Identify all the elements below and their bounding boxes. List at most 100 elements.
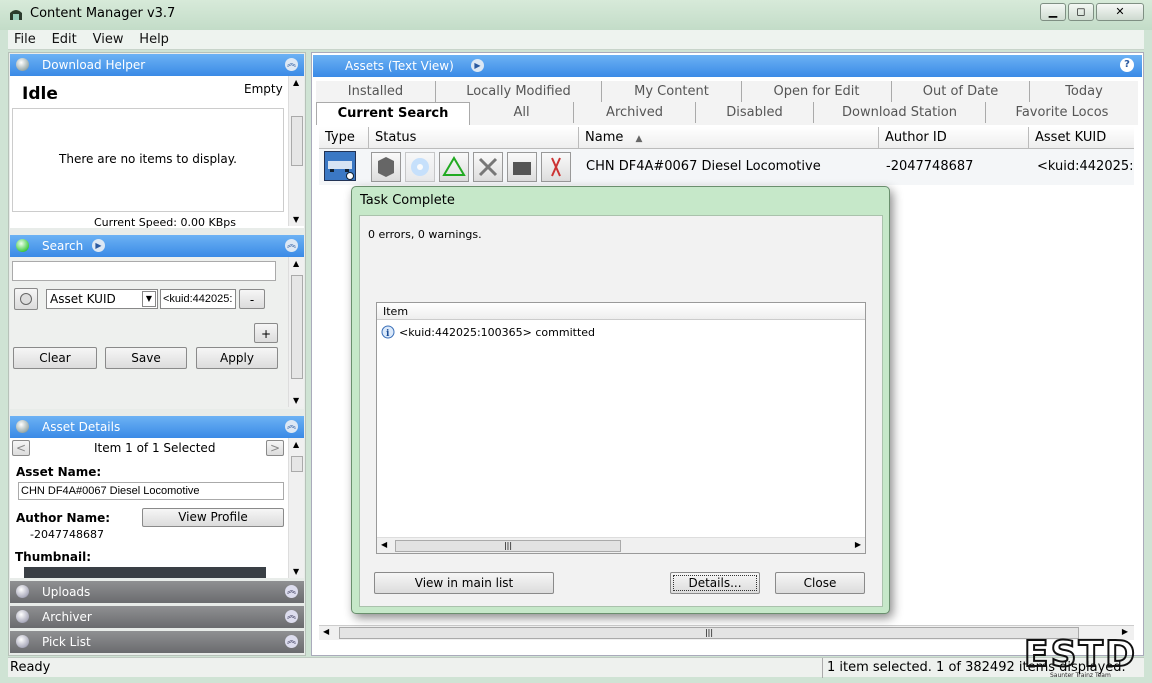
info-icon: i	[381, 325, 395, 339]
asset-name-field[interactable]	[18, 482, 284, 500]
result-list: Item i <kuid:442025:100365> committed ◀ …	[376, 302, 866, 554]
tab-disabled[interactable]: Disabled	[696, 102, 814, 123]
search-body: Asset KUID ▼ - + Clear Save Apply ▲ ▼	[10, 257, 304, 409]
uploads-header[interactable]: Uploads ︽	[10, 581, 304, 603]
help-icon[interactable]: ?	[1120, 58, 1134, 72]
tab-open-for-edit[interactable]: Open for Edit	[742, 81, 892, 102]
status-ready: Ready	[10, 660, 51, 675]
locomotive-type-icon	[324, 151, 356, 181]
search-field-value: Asset KUID	[50, 292, 116, 306]
tab-today[interactable]: Today	[1030, 81, 1138, 102]
folder-icon[interactable]	[507, 152, 537, 182]
play-icon[interactable]: ▶	[471, 59, 484, 72]
scroll-thumb[interactable]: |||	[339, 627, 1079, 639]
download-scrollbar[interactable]: ▲ ▼	[288, 76, 304, 226]
menu-edit[interactable]: Edit	[46, 30, 83, 47]
package-icon[interactable]	[371, 152, 401, 182]
search-scrollbar[interactable]: ▲ ▼	[288, 257, 304, 407]
search-header[interactable]: Search ▶ ︽	[10, 235, 304, 257]
tab-installed[interactable]: Installed	[316, 81, 436, 102]
archiver-header[interactable]: Archiver ︽	[10, 606, 304, 628]
expand-chevron-icon[interactable]: ︽	[285, 585, 298, 598]
tab-download-station[interactable]: Download Station	[814, 102, 986, 123]
menu-file[interactable]: File	[8, 30, 42, 47]
archiver-title: Archiver	[42, 610, 92, 624]
tools-icon[interactable]	[473, 152, 503, 182]
validate-triangle-icon[interactable]	[439, 152, 469, 182]
chevron-down-icon[interactable]: ▼	[142, 291, 156, 307]
remove-criteria-button[interactable]: -	[239, 289, 265, 309]
column-header-row: Type Status Name ▲ Author ID Asset KUID	[319, 127, 1134, 149]
status-selection-count: 1 item selected. 1 of 382492 items displ…	[822, 658, 1142, 678]
assets-header: Assets (Text View) ▶ ?	[313, 55, 1142, 77]
expand-chevron-icon[interactable]: ︽	[285, 635, 298, 648]
search-input[interactable]	[12, 261, 276, 281]
apply-button[interactable]: Apply	[196, 347, 278, 369]
close-dialog-button[interactable]: Close	[775, 572, 865, 594]
view-profile-button[interactable]: View Profile	[142, 508, 284, 527]
search-value-input[interactable]	[160, 289, 236, 309]
row-asset-kuid: <kuid:442025:100365>	[1037, 159, 1134, 174]
asset-details-body: < Item 1 of 1 Selected > Asset Name: Aut…	[10, 438, 304, 578]
result-item[interactable]: <kuid:442025:100365> committed	[399, 326, 595, 339]
search-field-select[interactable]: Asset KUID ▼	[46, 289, 158, 309]
clear-button[interactable]: Clear	[13, 347, 97, 369]
tab-out-of-date[interactable]: Out of Date	[892, 81, 1030, 102]
close-window-button[interactable]: ✕	[1096, 3, 1144, 21]
download-queue-status: Empty	[244, 82, 283, 96]
panel-status-icon	[16, 585, 29, 598]
dialog-summary: 0 errors, 0 warnings.	[368, 228, 482, 241]
author-name-label: Author Name:	[16, 511, 111, 525]
details-button[interactable]: Details...	[670, 572, 760, 594]
row-author-id: -2047748687	[886, 159, 974, 174]
col-author-id[interactable]: Author ID	[879, 127, 1029, 149]
prev-item-button[interactable]: <	[12, 440, 30, 456]
circle-icon	[20, 293, 32, 305]
asset-details-header[interactable]: Asset Details ︽	[10, 416, 304, 438]
next-item-button[interactable]: >	[266, 440, 284, 456]
play-icon[interactable]: ▶	[92, 239, 105, 252]
minimize-button[interactable]: ▁	[1040, 3, 1066, 21]
expand-chevron-icon[interactable]: ︽	[285, 610, 298, 623]
menu-help[interactable]: Help	[133, 30, 175, 47]
result-list-header[interactable]: Item	[377, 303, 865, 320]
save-button[interactable]: Save	[105, 347, 187, 369]
scroll-thumb[interactable]: |||	[395, 540, 621, 552]
col-status[interactable]: Status	[369, 127, 579, 149]
tab-my-content[interactable]: My Content	[602, 81, 742, 102]
menu-view[interactable]: View	[87, 30, 130, 47]
download-helper-title: Download Helper	[42, 58, 146, 72]
add-criteria-button[interactable]: +	[254, 323, 278, 343]
pick-list-title: Pick List	[42, 635, 91, 649]
disc-icon[interactable]	[405, 152, 435, 182]
details-scrollbar[interactable]: ▲ ▼	[288, 438, 304, 578]
download-speed: Current Speed: 0.00 KBps	[94, 216, 236, 228]
view-in-main-list-button[interactable]: View in main list	[374, 572, 554, 594]
col-type[interactable]: Type	[319, 127, 369, 149]
download-helper-body: Idle Empty There are no items to display…	[10, 76, 304, 228]
table-row[interactable]: CHN DF4A#0067 Diesel Locomotive -2047748…	[319, 149, 1134, 185]
tab-archived[interactable]: Archived	[574, 102, 696, 123]
result-list-scrollbar[interactable]: ◀ ||| ▶	[377, 537, 865, 553]
collapse-chevron-icon[interactable]: ︽	[285, 239, 298, 252]
search-toggle-button[interactable]	[14, 288, 38, 310]
collapse-chevron-icon[interactable]: ︽	[285, 420, 298, 433]
window-title: Content Manager v3.7	[30, 6, 176, 21]
collapse-chevron-icon[interactable]: ︽	[285, 58, 298, 71]
assets-title: Assets (Text View)	[345, 59, 454, 73]
tab-favorite-locos[interactable]: Favorite Locos	[986, 102, 1138, 123]
tab-locally-modified[interactable]: Locally Modified	[436, 81, 602, 102]
col-name[interactable]: Name ▲	[579, 127, 879, 149]
dependency-icon[interactable]	[541, 152, 571, 182]
pick-list-header[interactable]: Pick List ︽	[10, 631, 304, 653]
list-horizontal-scrollbar[interactable]: ◀ ||| ▶	[319, 625, 1134, 640]
tab-all[interactable]: All	[470, 102, 574, 123]
col-asset-kuid[interactable]: Asset KUID	[1029, 127, 1134, 149]
search-status-icon	[16, 239, 29, 252]
tab-current-search[interactable]: Current Search	[316, 102, 470, 125]
svg-text:i: i	[386, 329, 390, 339]
maximize-button[interactable]: ◻	[1068, 3, 1094, 21]
selection-count: Item 1 of 1 Selected	[94, 441, 216, 455]
download-helper-header[interactable]: Download Helper ︽	[10, 54, 304, 76]
download-state: Idle	[22, 84, 58, 104]
